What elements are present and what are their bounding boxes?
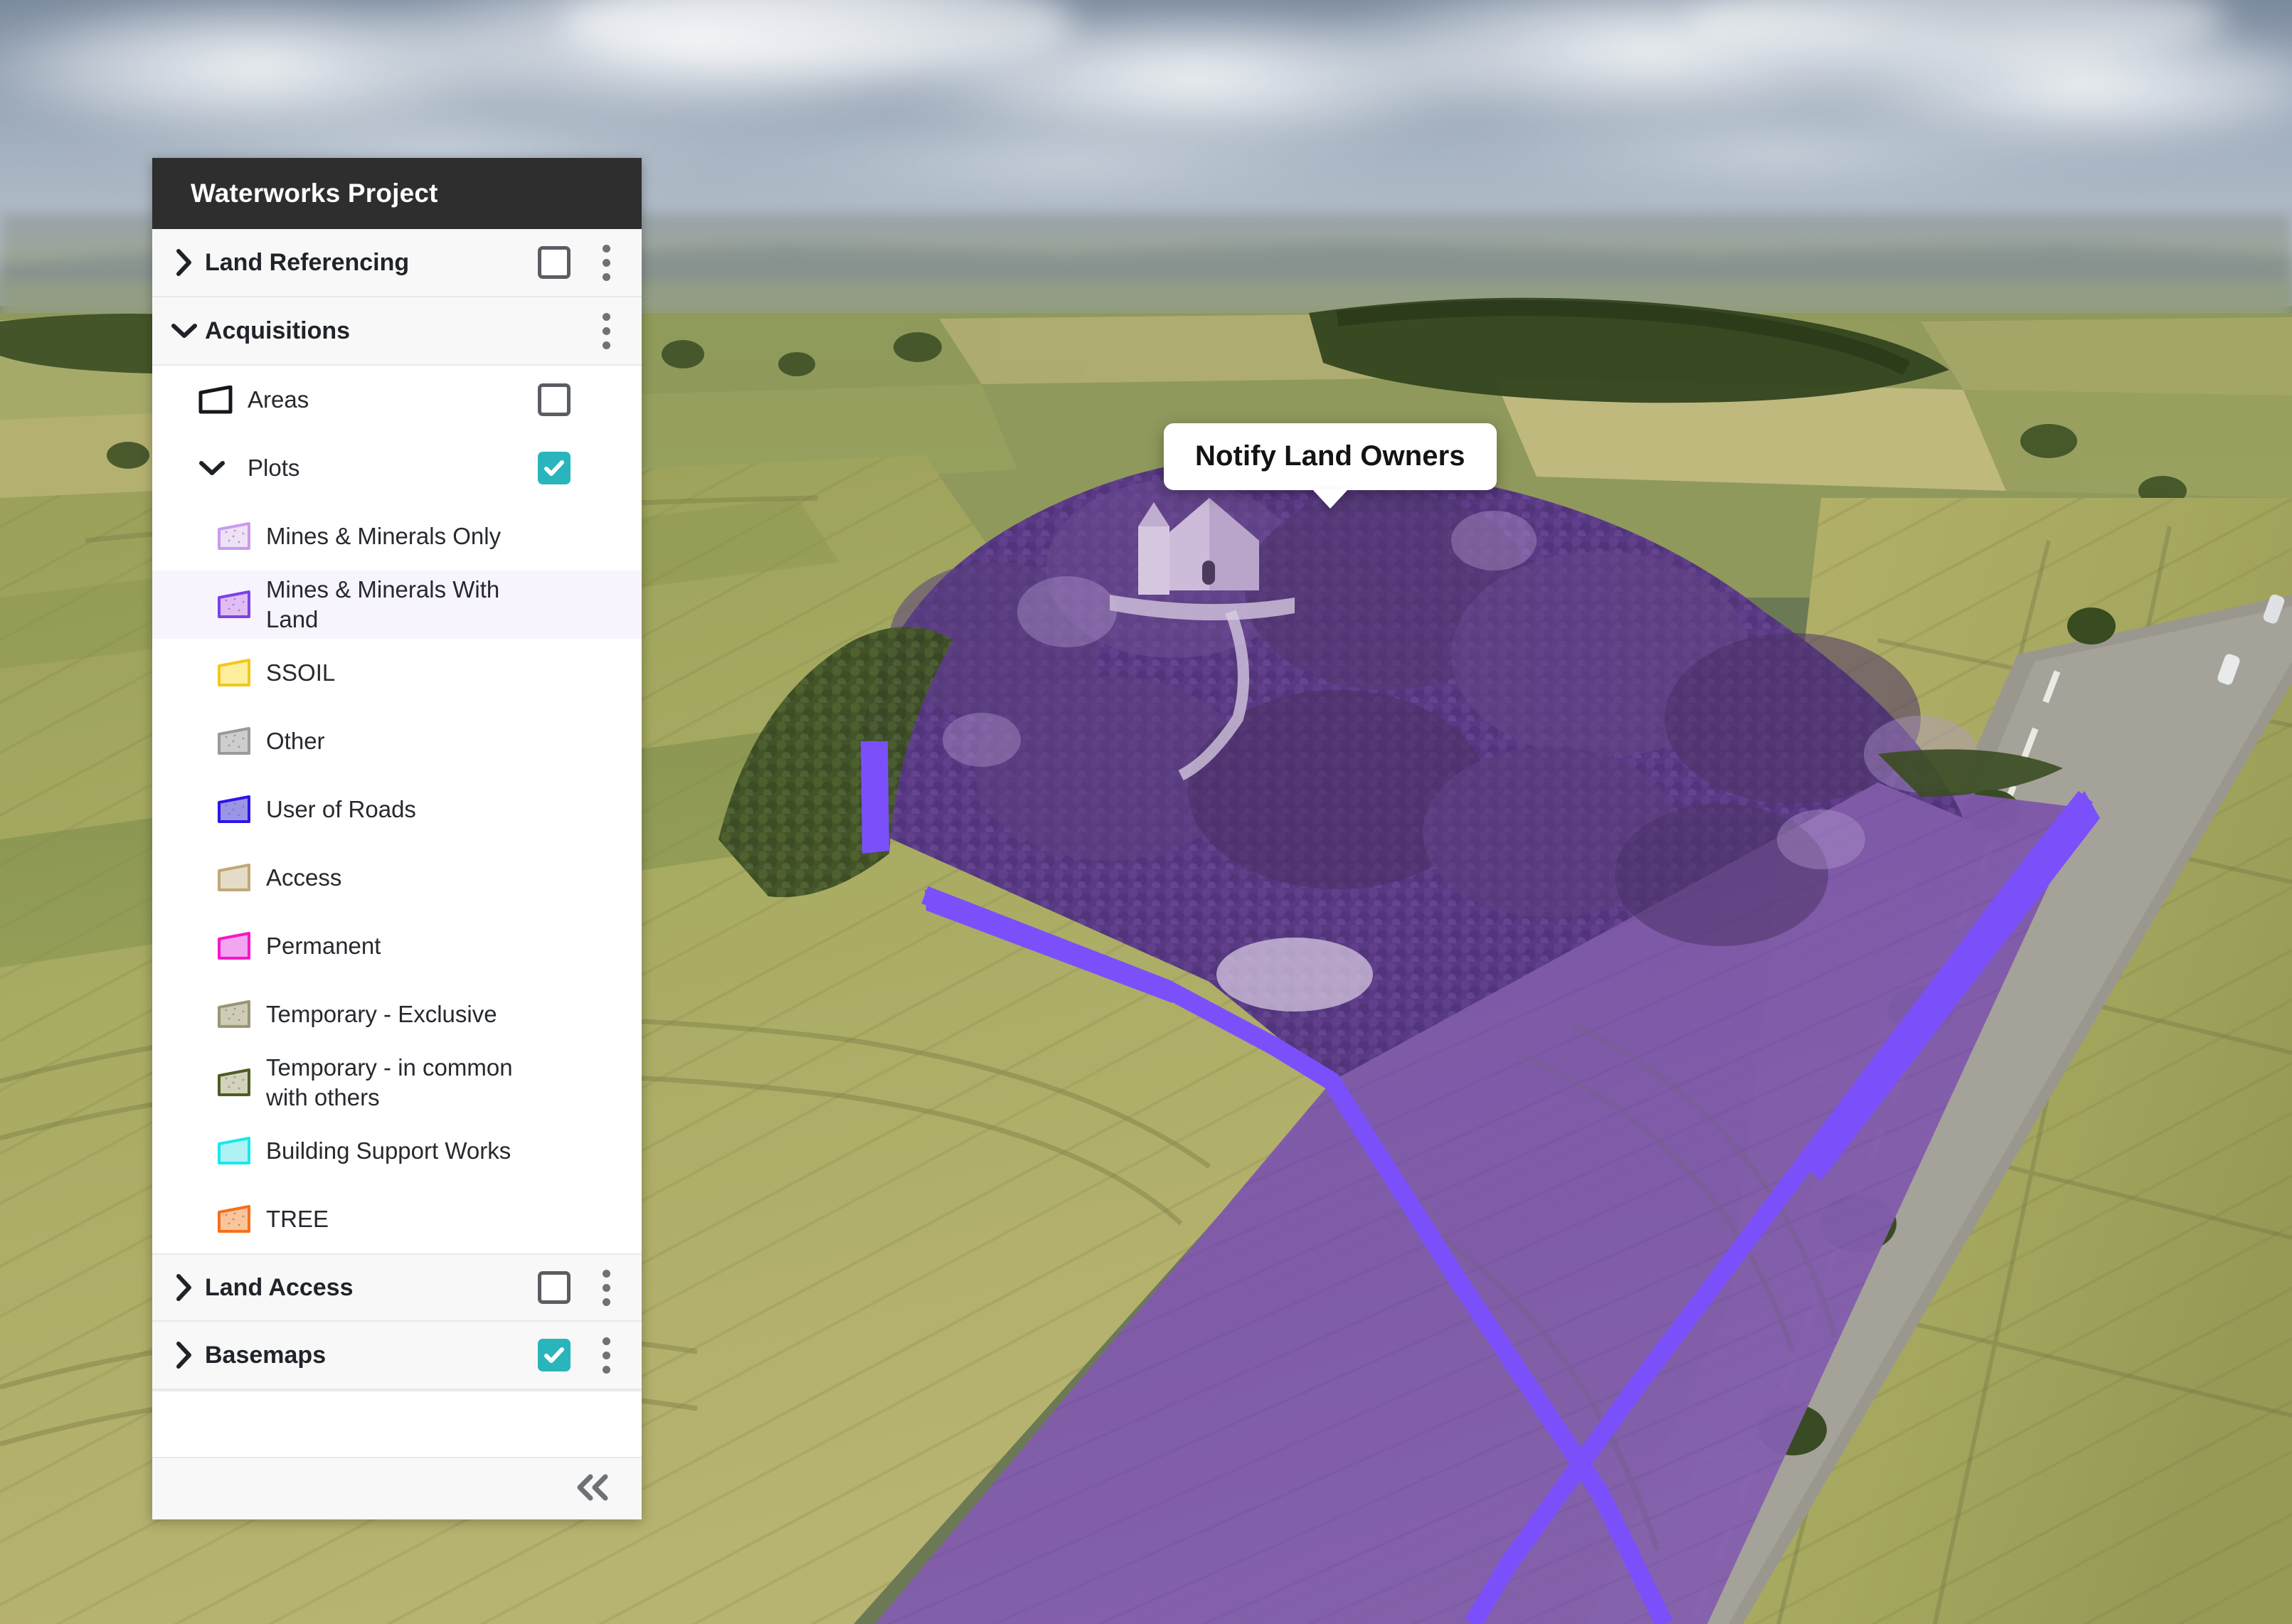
plot-type-mines-minerals-with-land[interactable]: Mines & Minerals With Land: [152, 570, 642, 639]
plot-type-label: Temporary - in common with others: [266, 1054, 513, 1110]
plot-type-mines-minerals-only[interactable]: Mines & Minerals Only: [152, 502, 642, 570]
layer-item-areas[interactable]: Areas: [152, 366, 642, 434]
polygon-swatch-icon: [216, 590, 262, 619]
polygon-swatch-icon: [216, 659, 262, 687]
visibility-checkbox-land-referencing[interactable]: [538, 246, 571, 279]
layer-item-label: Areas: [248, 386, 309, 413]
plot-type-access[interactable]: Access: [152, 844, 642, 912]
polygon-swatch-icon: [216, 522, 262, 551]
sidebar-group-label: Land Referencing: [205, 248, 410, 276]
plot-type-label: SSOIL: [266, 659, 336, 686]
plot-type-label: Temporary - Exclusive: [266, 1000, 497, 1027]
chevron-down-icon[interactable]: [198, 459, 243, 477]
plot-type-user-of-roads[interactable]: User of Roads: [152, 775, 642, 844]
plot-type-label: User of Roads: [266, 795, 416, 822]
visibility-checkbox-areas[interactable]: [538, 383, 571, 416]
panel-footer: [152, 1458, 642, 1519]
layers-panel: Waterworks Project Land Referencing Acqu…: [152, 158, 642, 1519]
sidebar-group-land-referencing[interactable]: Land Referencing: [152, 229, 642, 297]
sidebar-group-basemaps[interactable]: Basemaps: [152, 1322, 642, 1390]
plot-type-label: Permanent: [266, 932, 381, 959]
chevron-right-icon[interactable]: [168, 248, 201, 277]
sidebar-group-land-access[interactable]: Land Access: [152, 1253, 642, 1322]
more-options-icon[interactable]: [586, 1330, 626, 1380]
plot-type-ssoil[interactable]: SSOIL: [152, 639, 642, 707]
visibility-checkbox-plots[interactable]: [538, 452, 571, 484]
sidebar-group-acquisitions[interactable]: Acquisitions: [152, 297, 642, 366]
sidebar-group-label: Acquisitions: [205, 317, 351, 344]
callout-label: Notify Land Owners: [1195, 440, 1465, 472]
panel-header: Waterworks Project: [152, 158, 642, 229]
layer-group-label: Plots: [248, 454, 300, 481]
chevron-right-icon[interactable]: [168, 1341, 201, 1369]
more-options-icon[interactable]: [586, 306, 626, 356]
layer-group-plots[interactable]: Plots: [152, 434, 642, 502]
map-callout-notify-land-owners[interactable]: Notify Land Owners: [1164, 423, 1497, 490]
plot-type-temporary-in-common[interactable]: Temporary - in common with others: [152, 1049, 642, 1117]
plot-type-label: Other: [266, 727, 325, 754]
visibility-checkbox-land-access[interactable]: [538, 1271, 571, 1304]
polygon-swatch-icon: [216, 727, 262, 755]
more-options-icon[interactable]: [586, 1263, 626, 1312]
chevron-right-icon[interactable]: [168, 1273, 201, 1302]
plot-type-label: TREE: [266, 1205, 329, 1232]
plot-type-label: Mines & Minerals Only: [266, 522, 502, 549]
polygon-outline-icon: [198, 386, 243, 414]
more-options-icon[interactable]: [586, 238, 626, 287]
visibility-checkbox-basemaps[interactable]: [538, 1339, 571, 1371]
plot-type-label: Access: [266, 864, 342, 891]
plot-type-tree[interactable]: TREE: [152, 1185, 642, 1253]
plot-type-temporary-exclusive[interactable]: Temporary - Exclusive: [152, 980, 642, 1049]
sidebar-group-label: Land Access: [205, 1273, 354, 1301]
polygon-swatch-icon: [216, 1068, 262, 1097]
panel-empty-area: [152, 1390, 642, 1458]
plot-type-building-support-works[interactable]: Building Support Works: [152, 1117, 642, 1185]
panel-title: Waterworks Project: [191, 179, 438, 208]
polygon-swatch-icon: [216, 795, 262, 824]
plot-type-other[interactable]: Other: [152, 707, 642, 775]
plot-type-label: Building Support Works: [266, 1137, 511, 1164]
sidebar-group-label: Basemaps: [205, 1341, 327, 1369]
plot-type-list: Mines & Minerals Only Mines & Minerals Wi…: [152, 502, 642, 1253]
double-chevron-left-icon[interactable]: [572, 1473, 613, 1505]
map-application: Notify Land Owners Waterworks Project La…: [0, 0, 2292, 1624]
polygon-swatch-icon: [216, 1205, 262, 1233]
polygon-swatch-icon: [216, 864, 262, 892]
layer-tree: Land Referencing Acquisitions Areas Plot…: [152, 229, 642, 1458]
polygon-swatch-icon: [216, 1137, 262, 1165]
plot-type-label: Mines & Minerals With Land: [266, 575, 500, 632]
plot-type-permanent[interactable]: Permanent: [152, 912, 642, 980]
polygon-swatch-icon: [216, 932, 262, 960]
chevron-down-icon[interactable]: [168, 322, 201, 340]
polygon-swatch-icon: [216, 1000, 262, 1029]
